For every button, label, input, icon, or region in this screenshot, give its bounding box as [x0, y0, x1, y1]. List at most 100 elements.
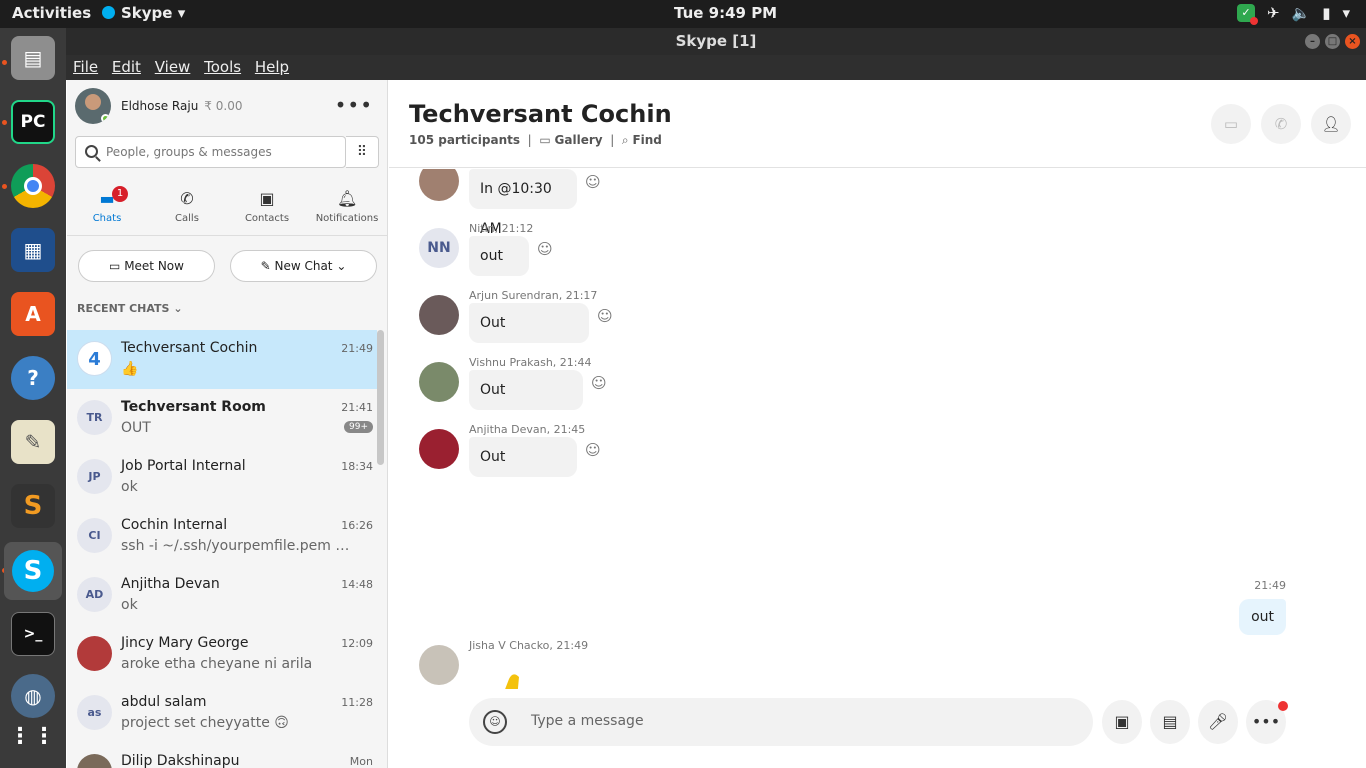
list-item[interactable]: JP Job Portal Internal ok 18:34: [67, 448, 377, 507]
tab-calls[interactable]: ✆ Calls: [147, 180, 227, 236]
system-tray[interactable]: ✓ ✈ 🔈 ▮ ▾: [1236, 4, 1350, 25]
chrome-icon[interactable]: [11, 164, 55, 208]
profile-name[interactable]: Eldhose Raju ₹ 0.00: [121, 99, 242, 113]
text-editor-icon[interactable]: ✎: [11, 420, 55, 464]
participants-link[interactable]: 105 participants: [409, 133, 520, 147]
tab-chats[interactable]: ▬ 1 Chats: [67, 180, 147, 236]
list-item[interactable]: TR Techversant Room OUT 21:41 99+: [67, 389, 377, 448]
list-item[interactable]: Dilip Dakshinapu Mon: [67, 743, 377, 768]
message-list: In @10:30 AM ☺ NN Nitin, 21:12 out ☺ Arj…: [389, 169, 1366, 689]
dialpad-button[interactable]: ⠿: [346, 136, 379, 168]
gallery-link[interactable]: Gallery: [555, 133, 603, 147]
video-call-button[interactable]: ▭: [1211, 104, 1251, 144]
message-bubble[interactable]: out: [469, 236, 529, 276]
audio-call-button[interactable]: ✆: [1261, 104, 1301, 144]
pgadmin-icon[interactable]: ◍: [11, 674, 55, 718]
reaction-smiley-icon[interactable]: ☺: [585, 441, 601, 459]
volume-icon[interactable]: 🔈: [1292, 4, 1311, 22]
tab-contacts-label: Contacts: [244, 213, 290, 224]
chat-preview: OUT: [121, 420, 151, 436]
find-link[interactable]: Find: [632, 133, 661, 147]
airplane-mode-icon[interactable]: ✈: [1267, 4, 1280, 22]
meet-now-button[interactable]: ▭ Meet Now: [78, 250, 215, 282]
list-item[interactable]: Jincy Mary George aroke etha cheyane ni …: [67, 625, 377, 684]
reaction-smiley-icon[interactable]: ☺: [537, 240, 553, 258]
terminal-icon[interactable]: >_: [11, 612, 55, 656]
chat-name: Techversant Room: [121, 399, 266, 415]
window-title: Skype [1]: [675, 32, 757, 50]
files-icon[interactable]: ▤: [11, 36, 55, 80]
search-input[interactable]: People, groups & messages: [75, 136, 346, 168]
menu-file[interactable]: File: [73, 55, 98, 80]
skype-dock-icon[interactable]: S: [4, 542, 62, 600]
menu-view[interactable]: View: [155, 55, 191, 80]
message-bubble[interactable]: In @10:30 AM: [469, 169, 577, 237]
minimize-button[interactable]: –: [1305, 34, 1320, 49]
launcher-dock: ▤ PC ▦ A ? ✎ S S >_ ◍ ⋮⋮: [0, 28, 66, 768]
group-logo-icon: 4: [88, 349, 101, 370]
reaction-smiley-icon[interactable]: ☺: [597, 307, 613, 325]
system-menu-chevron-icon[interactable]: ▾: [1342, 4, 1350, 22]
menu-edit[interactable]: Edit: [112, 55, 141, 80]
menu-help[interactable]: Help: [255, 55, 289, 80]
show-applications-icon[interactable]: ⋮⋮: [9, 714, 55, 758]
pycharm-icon[interactable]: PC: [11, 100, 55, 144]
tab-calls-label: Calls: [175, 213, 199, 224]
chat-time: 11:28: [341, 696, 373, 709]
list-item[interactable]: 4 Techversant Cochin 👍 21:49: [67, 330, 377, 389]
menu-bar: File Edit View Tools Help: [66, 55, 1366, 80]
tab-notifications[interactable]: 🔔︎ Notifications: [307, 180, 387, 236]
avatar: CI: [77, 518, 112, 553]
running-indicator: [2, 184, 7, 189]
recent-chats-label: RECENT CHATS: [77, 302, 170, 315]
avatar: [77, 754, 112, 768]
recent-chats-header[interactable]: RECENT CHATS ⌄: [77, 302, 183, 315]
own-message-bubble[interactable]: out: [1239, 599, 1286, 635]
compose-icon: ✎: [260, 259, 275, 273]
more-options-button[interactable]: •••: [335, 93, 373, 117]
writer-icon[interactable]: ▦: [11, 228, 55, 272]
sublime-text-icon[interactable]: S: [11, 484, 55, 528]
avatar[interactable]: [75, 88, 111, 124]
list-item[interactable]: as abdul salam project set cheyyatte 🙃 1…: [67, 684, 377, 743]
tab-contacts[interactable]: ▣ Contacts: [227, 180, 307, 236]
message-bubble[interactable]: Out: [469, 370, 583, 410]
notification-dot: [1278, 701, 1288, 711]
reaction-smiley-icon[interactable]: ☺: [591, 374, 607, 392]
chat-name: abdul salam: [121, 694, 207, 710]
chat-list-scrollbar[interactable]: [377, 330, 384, 465]
list-item[interactable]: AD Anjitha Devan ok 14:48: [67, 566, 377, 625]
more-actions-button[interactable]: •••: [1246, 700, 1288, 744]
security-shield-icon[interactable]: ✓: [1236, 4, 1258, 25]
new-chat-button[interactable]: ✎ New Chat ⌄: [230, 250, 377, 282]
bell-icon: 🔔︎: [337, 189, 358, 208]
message-composer[interactable]: ☺ Type a message: [469, 698, 1093, 746]
chat-time: 21:41: [341, 401, 373, 414]
window-title-bar: Skype [1] – □ ×: [66, 28, 1366, 55]
maximize-button[interactable]: □: [1325, 34, 1340, 49]
conversation-pane: Techversant Cochin 105 participants | ▭ …: [389, 80, 1366, 768]
battery-icon[interactable]: ▮: [1322, 4, 1330, 22]
list-item[interactable]: CI Cochin Internal ssh -i ~/.ssh/yourpem…: [67, 507, 377, 566]
chevron-down-icon: ⌄: [173, 302, 183, 315]
emoji-icon[interactable]: ☺: [483, 710, 507, 734]
message-bubble[interactable]: Out: [469, 437, 577, 477]
activities-button[interactable]: Activities: [12, 4, 91, 22]
clock[interactable]: Tue 9:49 PM: [674, 4, 777, 22]
app-menu[interactable]: Skype ▾: [102, 4, 185, 22]
help-icon[interactable]: ?: [11, 356, 55, 400]
message-bubble[interactable]: Out: [469, 303, 589, 343]
reaction-smiley-icon[interactable]: ☺: [585, 173, 601, 191]
menu-tools[interactable]: Tools: [204, 55, 241, 80]
avatar: [419, 429, 459, 469]
close-button[interactable]: ×: [1345, 34, 1360, 49]
microphone-button[interactable]: 🎤︎: [1198, 700, 1238, 744]
share-contact-button[interactable]: ▤: [1150, 700, 1190, 744]
chat-name: Job Portal Internal: [121, 458, 246, 474]
share-media-button[interactable]: ▣: [1102, 700, 1142, 744]
chat-name: Anjitha Devan: [121, 576, 220, 592]
software-center-icon[interactable]: A: [11, 292, 55, 336]
page-title[interactable]: Techversant Cochin: [409, 100, 672, 128]
add-people-button[interactable]: 👤︎: [1311, 104, 1351, 144]
thumbs-up-emoticon[interactable]: [477, 669, 549, 689]
